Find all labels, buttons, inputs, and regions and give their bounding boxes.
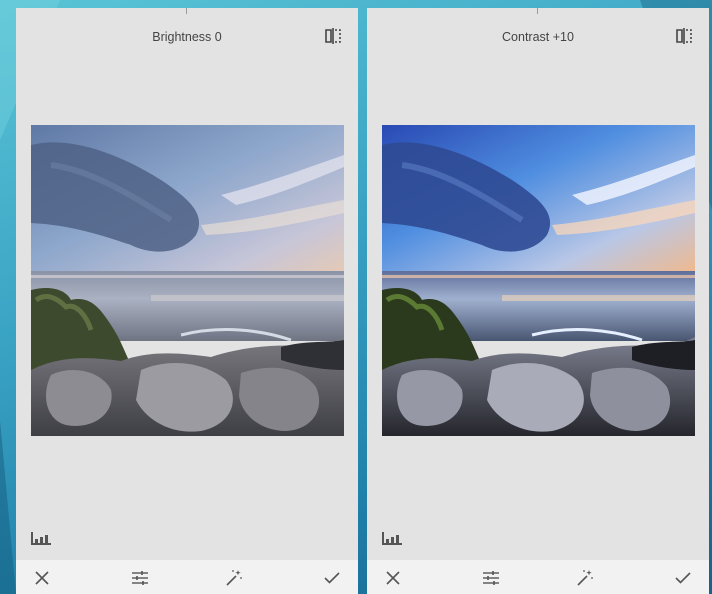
adjustment-label: Contrast +10 — [502, 30, 574, 44]
checkmark-icon[interactable] — [320, 566, 344, 590]
bottom-toolbar — [16, 560, 358, 594]
editor-panel-brightness: Brightness 0 — [16, 8, 358, 594]
close-icon[interactable] — [30, 566, 54, 590]
photo-original — [31, 125, 344, 436]
magic-wand-icon[interactable] — [573, 566, 597, 590]
editor-panel-contrast: Contrast +10 — [367, 8, 709, 594]
histogram-icon[interactable] — [382, 532, 402, 545]
compare-icon[interactable] — [675, 28, 693, 44]
slider-tick — [186, 8, 187, 14]
sliders-icon[interactable] — [479, 566, 503, 590]
histogram-icon[interactable] — [31, 532, 51, 545]
bottom-toolbar — [367, 560, 709, 594]
checkmark-icon[interactable] — [671, 566, 695, 590]
sliders-icon[interactable] — [128, 566, 152, 590]
photo-contrast — [382, 125, 695, 436]
close-icon[interactable] — [381, 566, 405, 590]
magic-wand-icon[interactable] — [222, 566, 246, 590]
compare-icon[interactable] — [324, 28, 342, 44]
slider-tick — [537, 8, 538, 14]
adjustment-label: Brightness 0 — [152, 30, 222, 44]
